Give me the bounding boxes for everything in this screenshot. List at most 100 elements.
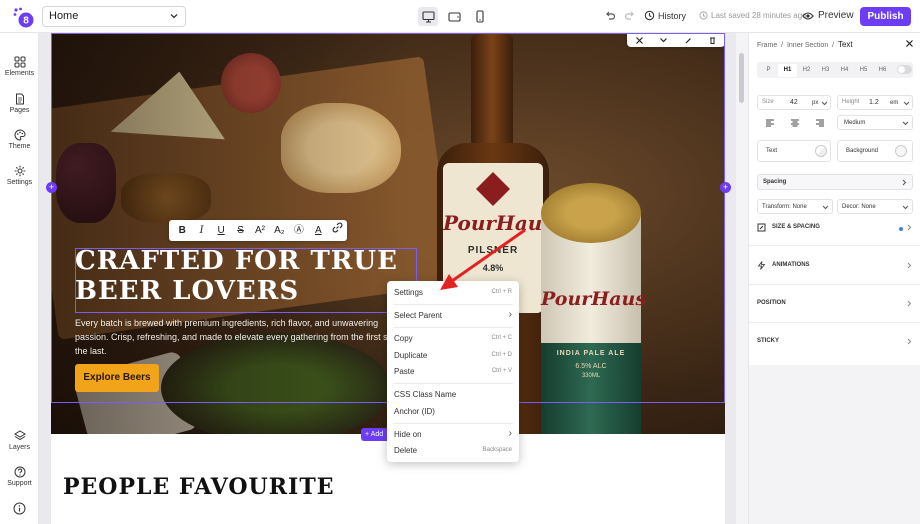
decoration-select[interactable]: Decor: None (837, 199, 913, 214)
history-icon (644, 10, 655, 21)
section-sticky[interactable]: STICKY (757, 337, 913, 351)
superscript-button[interactable]: A² (251, 221, 269, 240)
mobile-icon (476, 10, 484, 23)
font-size-field[interactable]: Size 42 px (757, 95, 831, 110)
palette-icon (14, 129, 26, 141)
tag-h3[interactable]: H3 (816, 64, 835, 77)
tag-h2[interactable]: H2 (797, 64, 816, 77)
left-sidebar: Elements Pages Theme Settings Layers Sup… (0, 33, 39, 524)
sidebar-item-theme[interactable]: Theme (0, 129, 39, 150)
can-volume: 330ML (581, 373, 601, 379)
line-height-unit[interactable]: em (890, 100, 898, 106)
can-abv: 6.5% ALC (575, 363, 607, 370)
explore-beers-button[interactable]: Explore Beers (75, 364, 159, 392)
bottle-crest (476, 172, 510, 206)
text-highlight-button[interactable]: Ⓐ (290, 221, 308, 240)
text-format-toolbar: B I U S A² A₂ Ⓐ A (169, 220, 347, 241)
text-color-field[interactable]: Text (757, 140, 831, 162)
add-right-button[interactable]: + (720, 182, 731, 193)
hero-heading[interactable]: CRAFTED FOR TRUE BEER LOVERS (75, 246, 435, 306)
last-saved: Last saved 28 minutes ago (699, 11, 807, 20)
sidebar-item-elements[interactable]: Elements (0, 56, 39, 77)
chevron-right-icon (907, 300, 912, 307)
undo-icon[interactable] (604, 10, 616, 22)
align-right-icon[interactable] (815, 119, 825, 127)
background-color-field[interactable]: Background (837, 140, 913, 162)
menu-item-paste[interactable]: Paste Ctrl + V (387, 364, 519, 380)
sidebar-item-layers[interactable]: Layers (0, 430, 39, 451)
layers-icon (13, 430, 26, 441)
text-color-swatch[interactable] (815, 145, 827, 157)
menu-item-copy[interactable]: Copy Ctrl + C (387, 331, 519, 347)
hero-paragraph[interactable]: Every batch is brewed with premium ingre… (75, 316, 405, 358)
underline-button[interactable]: U (212, 221, 230, 240)
section-heading[interactable]: PEOPLE FAVOURITE (63, 474, 334, 500)
section-position[interactable]: POSITION (757, 299, 913, 313)
trash-icon[interactable] (708, 36, 717, 45)
mobile-view-button[interactable] (470, 7, 490, 26)
menu-item-delete[interactable]: Delete Backspace (387, 443, 519, 459)
section-size-spacing[interactable]: SIZE & SPACING (757, 223, 913, 237)
chevron-down-icon (902, 121, 909, 126)
tag-h5[interactable]: H5 (854, 64, 873, 77)
sidebar-item-support[interactable]: Support (0, 466, 39, 487)
page-select[interactable]: Home (42, 6, 186, 27)
background-color-swatch[interactable] (895, 145, 907, 157)
menu-item-select-parent[interactable]: Select Parent › (387, 308, 519, 324)
tablet-view-button[interactable] (444, 7, 464, 26)
tag-h6[interactable]: H6 (873, 64, 892, 77)
line-height-field[interactable]: Height 1.2 em (837, 95, 913, 110)
gear-icon (14, 165, 25, 177)
brush-icon[interactable] (684, 36, 693, 45)
align-center-icon[interactable] (790, 119, 800, 127)
top-bar: 8 Home History Last saved 28 minutes ago… (0, 0, 920, 33)
tag-toggle[interactable] (897, 65, 912, 74)
tag-p[interactable]: P (759, 64, 778, 77)
publish-button[interactable]: Publish (860, 7, 911, 26)
transform-select[interactable]: Transform: None (757, 199, 833, 214)
subscript-button[interactable]: A₂ (270, 221, 288, 240)
clock-icon (699, 11, 708, 20)
menu-item-css-class-name[interactable]: CSS Class Name (387, 387, 519, 403)
last-saved-text: Last saved 28 minutes ago (711, 11, 807, 20)
device-switcher (418, 7, 490, 26)
canvas-scrollbar[interactable] (736, 33, 748, 524)
menu-item-settings[interactable]: Settings Ctrl + R (387, 285, 519, 301)
desktop-view-button[interactable] (418, 7, 438, 26)
tag-h4[interactable]: H4 (835, 64, 854, 77)
spacing-row[interactable]: Spacing (757, 174, 913, 190)
close-icon[interactable] (905, 39, 914, 48)
close-icon[interactable] (635, 36, 644, 45)
app-logo-icon[interactable]: 8 (12, 6, 34, 28)
text-color-button[interactable]: A (309, 221, 327, 240)
eye-icon (802, 11, 814, 20)
preview-button[interactable]: Preview (802, 10, 854, 21)
strikethrough-button[interactable]: S (231, 221, 249, 240)
font-weight-select[interactable]: Medium (837, 115, 913, 130)
sidebar-item-settings[interactable]: Settings (0, 165, 39, 186)
section-animations[interactable]: ANIMATIONS (757, 261, 913, 275)
italic-button[interactable]: I (192, 221, 210, 240)
page-select-value: Home (49, 10, 79, 22)
sidebar-item-pages[interactable]: Pages (0, 93, 39, 114)
chevron-down-icon (903, 101, 910, 106)
chevron-right-icon (902, 179, 907, 186)
bold-button[interactable]: B (173, 221, 191, 240)
logo-digit: 8 (23, 16, 29, 27)
add-left-button[interactable]: + (46, 182, 57, 193)
menu-item-hide-on[interactable]: Hide on › (387, 427, 519, 443)
breadcrumb-inner-section[interactable]: Inner Section (787, 42, 828, 49)
bottle-kind: PILSNER (467, 245, 519, 256)
tag-h1[interactable]: H1 (778, 63, 797, 77)
font-size-unit[interactable]: px (812, 100, 818, 106)
breadcrumb-frame[interactable]: Frame (757, 42, 777, 49)
chevron-down-icon[interactable] (659, 36, 668, 45)
menu-item-duplicate[interactable]: Duplicate Ctrl + D (387, 348, 519, 364)
history-button[interactable]: History (644, 10, 686, 21)
redo-icon[interactable] (624, 10, 636, 22)
sidebar-item-label: Theme (8, 143, 31, 150)
menu-item-anchor-id[interactable]: Anchor (ID) (387, 404, 519, 420)
align-left-icon[interactable] (765, 119, 775, 127)
sidebar-item-info[interactable] (0, 502, 39, 517)
link-button[interactable] (329, 221, 347, 240)
